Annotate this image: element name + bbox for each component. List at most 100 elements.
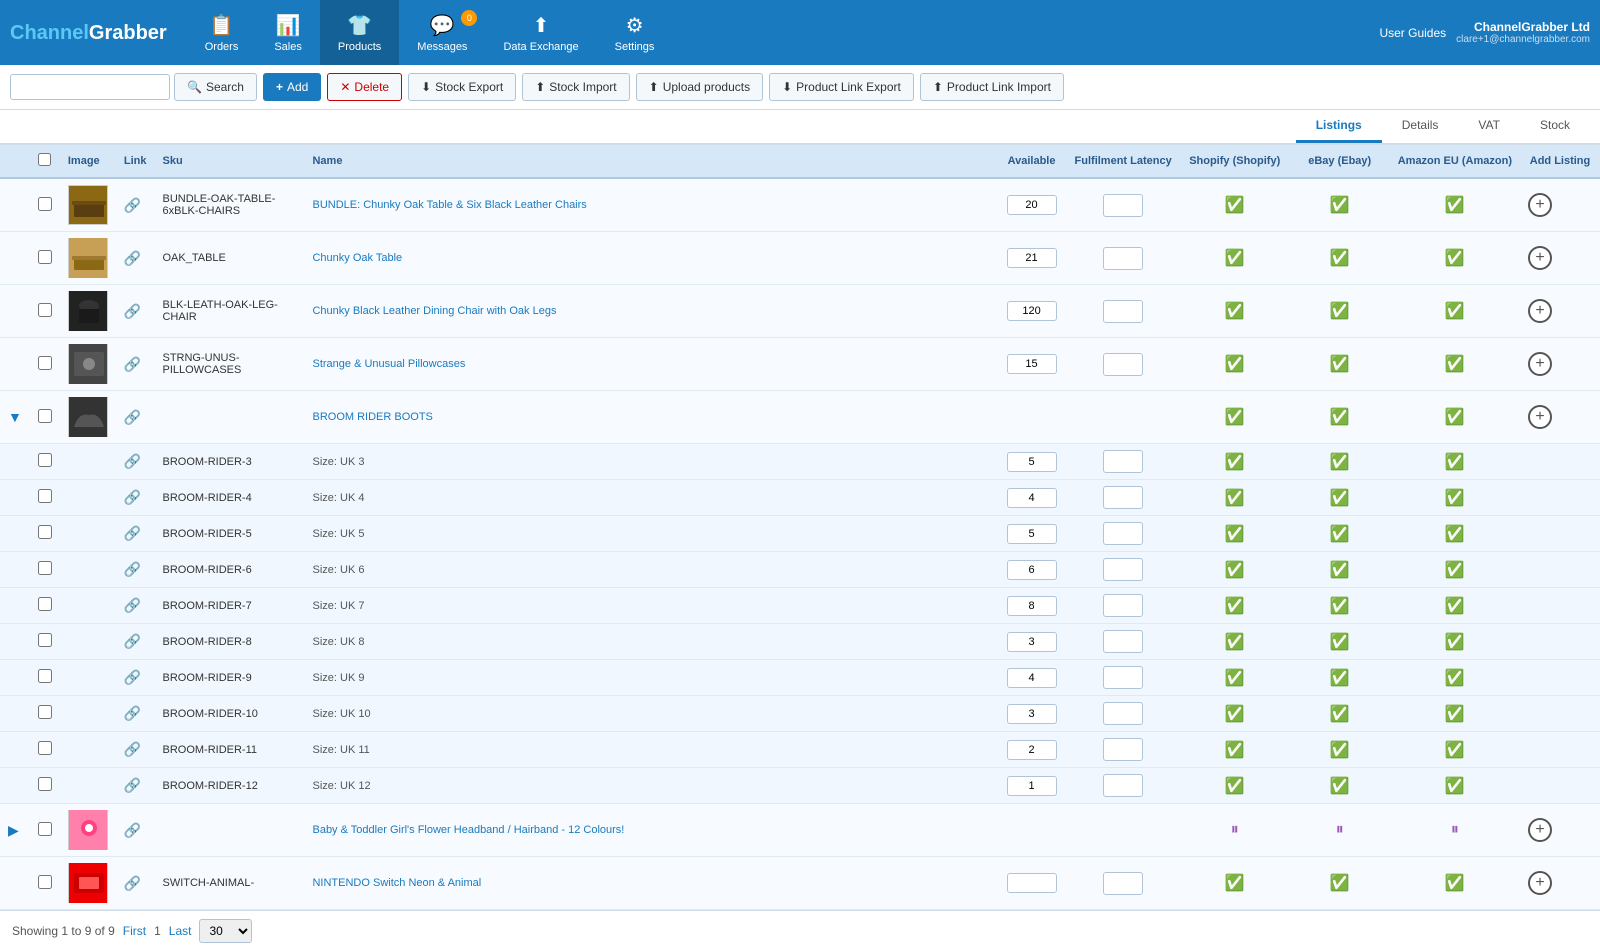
row-checkbox[interactable]: [38, 705, 52, 719]
fulfilment-input[interactable]: [1103, 450, 1143, 473]
nav-messages[interactable]: 💬 Messages 0: [399, 0, 485, 65]
fulfilment-input[interactable]: [1103, 353, 1143, 376]
add-listing-button[interactable]: +: [1528, 352, 1552, 376]
checkbox-cell[interactable]: [30, 444, 60, 480]
link-cell[interactable]: 🔗: [116, 857, 155, 910]
available-input[interactable]: [1007, 248, 1057, 268]
row-checkbox[interactable]: [38, 777, 52, 791]
row-checkbox[interactable]: [38, 409, 52, 423]
checkbox-cell[interactable]: [30, 804, 60, 857]
add-listing-button[interactable]: +: [1528, 299, 1552, 323]
link-cell[interactable]: 🔗: [116, 232, 155, 285]
checkbox-cell[interactable]: [30, 285, 60, 338]
checkbox-cell[interactable]: [30, 232, 60, 285]
link-cell[interactable]: 🔗: [116, 444, 155, 480]
fulfilment-input[interactable]: [1103, 594, 1143, 617]
available-input[interactable]: [1007, 560, 1057, 580]
add-listing-button[interactable]: +: [1528, 871, 1552, 895]
fulfilment-input[interactable]: [1103, 702, 1143, 725]
checkbox-cell[interactable]: [30, 391, 60, 444]
available-input[interactable]: [1007, 596, 1057, 616]
fulfilment-cell[interactable]: [1067, 857, 1180, 910]
row-checkbox[interactable]: [38, 822, 52, 836]
row-checkbox[interactable]: [38, 303, 52, 317]
available-input[interactable]: [1007, 354, 1057, 374]
fulfilment-input[interactable]: [1103, 872, 1143, 895]
add-listing-cell[interactable]: +: [1520, 804, 1600, 857]
row-checkbox[interactable]: [38, 597, 52, 611]
row-checkbox[interactable]: [38, 669, 52, 683]
search-input[interactable]: [10, 74, 170, 100]
fulfilment-input[interactable]: [1103, 774, 1143, 797]
add-listing-button[interactable]: +: [1528, 193, 1552, 217]
available-cell[interactable]: [997, 444, 1067, 480]
add-listing-cell[interactable]: +: [1520, 178, 1600, 232]
link-cell[interactable]: 🔗: [116, 178, 155, 232]
fulfilment-input[interactable]: [1103, 738, 1143, 761]
link-cell[interactable]: 🔗: [116, 338, 155, 391]
fulfilment-input[interactable]: [1103, 194, 1143, 217]
tab-details[interactable]: Details: [1382, 110, 1459, 143]
fulfilment-input[interactable]: [1103, 666, 1143, 689]
fulfilment-cell[interactable]: [1067, 285, 1180, 338]
expand-cell[interactable]: ▼: [0, 391, 30, 444]
add-listing-button[interactable]: +: [1528, 405, 1552, 429]
available-input[interactable]: [1007, 740, 1057, 760]
available-input[interactable]: [1007, 488, 1057, 508]
checkbox-cell[interactable]: [30, 178, 60, 232]
checkbox-cell[interactable]: [30, 338, 60, 391]
row-checkbox[interactable]: [38, 741, 52, 755]
nav-sales[interactable]: 📊 Sales: [256, 0, 320, 65]
row-checkbox[interactable]: [38, 197, 52, 211]
page-size-select[interactable]: 30 50 100: [199, 919, 252, 943]
expand-button[interactable]: ▼: [8, 409, 22, 425]
available-cell[interactable]: [997, 232, 1067, 285]
pagination-first[interactable]: First: [123, 924, 146, 938]
stock-export-button[interactable]: ⬇ Stock Export: [408, 73, 516, 101]
nav-settings[interactable]: ⚙ Settings: [597, 0, 673, 65]
available-input[interactable]: [1007, 704, 1057, 724]
delete-button[interactable]: ✕ Delete: [327, 73, 402, 101]
available-input[interactable]: [1007, 632, 1057, 652]
checkbox-cell[interactable]: [30, 857, 60, 910]
available-input[interactable]: [1007, 776, 1057, 796]
add-listing-cell[interactable]: +: [1520, 391, 1600, 444]
add-listing-cell[interactable]: +: [1520, 285, 1600, 338]
fulfilment-input[interactable]: [1103, 247, 1143, 270]
row-checkbox[interactable]: [38, 250, 52, 264]
user-guides-link[interactable]: User Guides: [1379, 26, 1446, 40]
product-name-link[interactable]: Strange & Unusual Pillowcases: [312, 358, 465, 370]
available-input[interactable]: [1007, 195, 1057, 215]
nav-products[interactable]: 👕 Products: [320, 0, 399, 65]
fulfilment-input[interactable]: [1103, 522, 1143, 545]
fulfilment-input[interactable]: [1103, 300, 1143, 323]
product-link-import-button[interactable]: ⬆ Product Link Import: [920, 73, 1064, 101]
tab-vat[interactable]: VAT: [1458, 110, 1520, 143]
tab-stock[interactable]: Stock: [1520, 110, 1590, 143]
available-cell[interactable]: [997, 338, 1067, 391]
stock-import-button[interactable]: ⬆ Stock Import: [522, 73, 629, 101]
add-listing-cell[interactable]: +: [1520, 857, 1600, 910]
add-listing-cell[interactable]: +: [1520, 232, 1600, 285]
product-name-link[interactable]: Chunky Black Leather Dining Chair with O…: [312, 305, 556, 317]
expand-button[interactable]: ▶: [8, 822, 19, 839]
tab-listings[interactable]: Listings: [1296, 110, 1382, 143]
available-input[interactable]: [1007, 668, 1057, 688]
product-name-link[interactable]: BUNDLE: Chunky Oak Table & Six Black Lea…: [312, 199, 586, 211]
available-input[interactable]: [1007, 873, 1057, 893]
row-checkbox[interactable]: [38, 875, 52, 889]
available-cell[interactable]: [997, 178, 1067, 232]
product-name-link[interactable]: Chunky Oak Table: [312, 252, 402, 264]
link-cell[interactable]: 🔗: [116, 804, 155, 857]
add-listing-button[interactable]: +: [1528, 246, 1552, 270]
fulfilment-input[interactable]: [1103, 558, 1143, 581]
row-checkbox[interactable]: [38, 525, 52, 539]
fulfilment-cell[interactable]: [1067, 178, 1180, 232]
add-listing-cell[interactable]: +: [1520, 338, 1600, 391]
fulfilment-cell[interactable]: [1067, 338, 1180, 391]
fulfilment-input[interactable]: [1103, 630, 1143, 653]
link-cell[interactable]: 🔗: [116, 285, 155, 338]
available-cell[interactable]: [997, 857, 1067, 910]
upload-products-button[interactable]: ⬆ Upload products: [636, 73, 763, 101]
search-button[interactable]: 🔍 Search: [174, 73, 257, 101]
